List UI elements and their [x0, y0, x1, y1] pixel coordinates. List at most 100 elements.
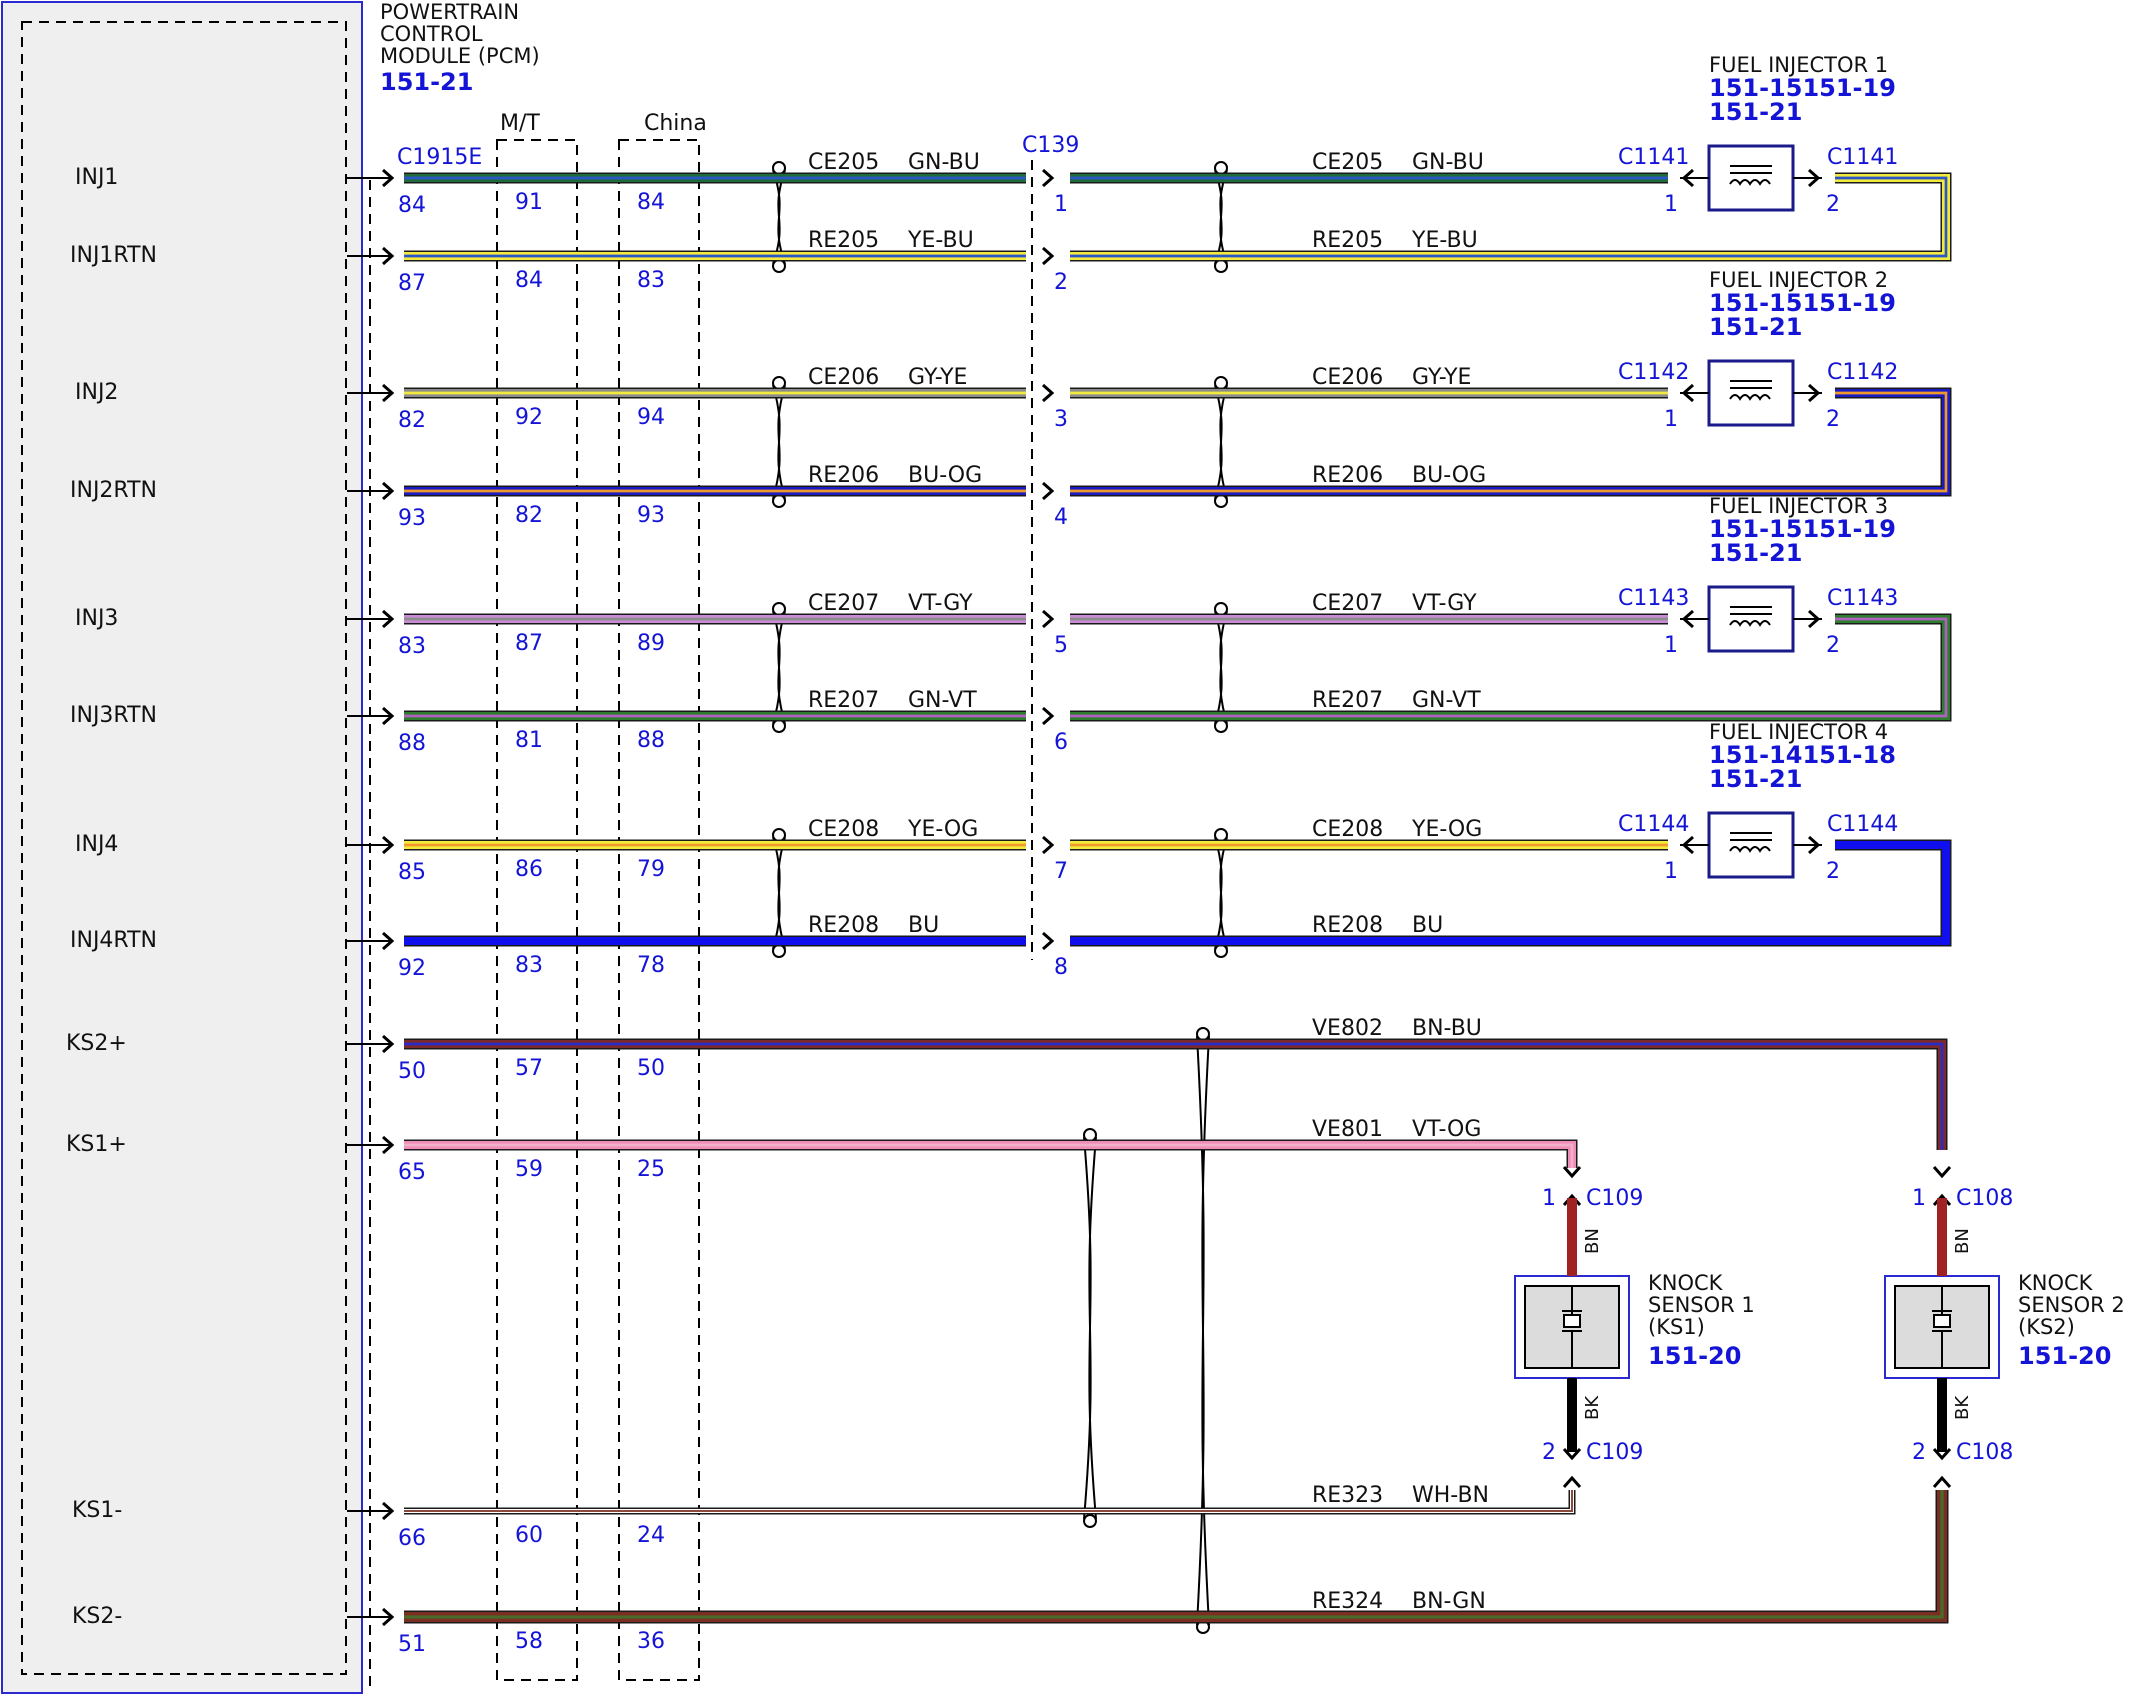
ks-crystal-icon [1933, 1314, 1951, 1328]
mt-pin-number: 59 [515, 1157, 543, 1182]
wire-segment [404, 1141, 1576, 1168]
twist-end [1083, 1128, 1097, 1142]
wire-color-label: VT-GY [1412, 591, 1477, 616]
injector-connector-out: C1143 [1827, 586, 1898, 611]
signal-label: INJ2RTN [70, 478, 157, 503]
injector-pin-in: 1 [1664, 407, 1678, 432]
injector-pin-out: 2 [1826, 407, 1840, 432]
pcm-pin-number: 83 [398, 634, 426, 659]
pcm-title-line: POWERTRAIN [380, 0, 519, 24]
circuit-label: RE208 [1312, 913, 1383, 938]
wire-color-label: BN-BU [1412, 1016, 1482, 1041]
c139-arrow [1042, 706, 1055, 726]
signal-label: INJ2 [75, 380, 118, 405]
ks-ref: 151-20 [1648, 1342, 1741, 1370]
wire-color-label: YE-BU [907, 228, 974, 253]
variant-china-label: China [644, 111, 707, 136]
pcm-title-line: MODULE (PCM) [380, 44, 540, 68]
injector-body [1707, 585, 1795, 653]
wire-color-label: GN-BU [908, 150, 980, 175]
twist-end [1214, 602, 1228, 616]
injector-ref: 151-21 [1709, 765, 1802, 793]
c139-label: C139 [1022, 133, 1079, 158]
injector-pin-in: 1 [1664, 859, 1678, 884]
twist-marker [1214, 610, 1228, 725]
ks-connector-bottom: C108 [1956, 1440, 2013, 1465]
twist-end [772, 602, 786, 616]
twist-marker [1083, 1136, 1097, 1520]
pcm-pin-number: 50 [398, 1059, 426, 1084]
wire-color-label: BN-GN [1412, 1589, 1486, 1614]
pcm-pin-number: 66 [398, 1526, 426, 1551]
wire-color-label: YE-OG [1411, 817, 1482, 842]
wire-color-label: VT-OG [1412, 1117, 1481, 1142]
ks-title-line: (KS1) [1648, 1315, 1705, 1339]
twist-end [772, 944, 786, 958]
twist-end [1214, 719, 1228, 733]
pcm-pin-number: 87 [398, 271, 426, 296]
wire-color-label: VT-GY [908, 591, 973, 616]
injector-pin-in: 1 [1664, 192, 1678, 217]
mt-pin-number: 60 [515, 1523, 543, 1548]
twist-end [772, 828, 786, 842]
c139-arrow [1042, 383, 1055, 403]
twist-end [772, 719, 786, 733]
circuit-label: VE802 [1312, 1016, 1383, 1041]
c139-pin-number: 6 [1054, 730, 1068, 755]
injector-connector-in: C1141 [1618, 145, 1689, 170]
twist-marker [1214, 169, 1228, 265]
wire-color-label: GY-YE [1412, 365, 1471, 390]
injector-pin-out: 2 [1826, 859, 1840, 884]
china-pin-number: 24 [637, 1523, 665, 1548]
circuit-label: RE205 [808, 228, 879, 253]
injector-body [1707, 359, 1795, 427]
mt-pin-number: 86 [515, 857, 543, 882]
injector-body [1707, 811, 1795, 879]
c139-pin-number: 7 [1054, 859, 1068, 884]
twist-marker [772, 610, 786, 725]
c139-arrow [1042, 168, 1055, 188]
mt-pin-number: 58 [515, 1629, 543, 1654]
ks-title-line: KNOCK [2018, 1271, 2094, 1295]
c139-pin-number: 2 [1054, 270, 1068, 295]
pcm-pin-number: 93 [398, 506, 426, 531]
wire-segment [1070, 615, 1950, 720]
c139-arrow [1042, 246, 1055, 266]
twist-end [772, 376, 786, 390]
mt-pin-number: 83 [515, 953, 543, 978]
injector-connector-out: C1141 [1827, 145, 1898, 170]
wire-segment-stripe [1070, 391, 1948, 493]
twist-end [1214, 828, 1228, 842]
ks-pin-bottom: 2 [1542, 1440, 1556, 1465]
ks-pin-top: 1 [1912, 1186, 1926, 1211]
ks-title-line: (KS2) [2018, 1315, 2075, 1339]
wire-color-label: YE-BU [1411, 228, 1478, 253]
wire-segment-outline [404, 1038, 1948, 1150]
wire-color-label: GN-BU [1412, 150, 1484, 175]
twist-end [1214, 161, 1228, 175]
wire-color-label: YE-OG [907, 817, 978, 842]
variant-mt-column [496, 139, 578, 1681]
signal-label: INJ3 [75, 606, 118, 631]
wire-segment-outline [404, 1490, 1576, 1515]
pcm-pin-number: 85 [398, 860, 426, 885]
pcm-pin-number: 65 [398, 1160, 426, 1185]
pcm-box [1, 1, 363, 1694]
china-pin-number: 83 [637, 268, 665, 293]
circuit-label: CE206 [808, 365, 879, 390]
c139-arrow [1042, 609, 1055, 629]
china-pin-number: 79 [637, 857, 665, 882]
twist-marker [1214, 384, 1228, 500]
pcm-title-line: CONTROL [380, 22, 483, 46]
wire-color-label: WH-BN [1412, 1483, 1489, 1508]
signal-label: INJ4RTN [70, 928, 157, 953]
twist-marker [772, 169, 786, 265]
wire-segment [1070, 841, 1950, 945]
pcm-pin-number: 82 [398, 408, 426, 433]
pcm-pin-number: 51 [398, 1632, 426, 1657]
twist-end [1214, 944, 1228, 958]
ks-ref: 151-20 [2018, 1342, 2111, 1370]
twist-end [1083, 1514, 1097, 1528]
pcm-connector-label: C1915E [397, 145, 482, 170]
signal-label: KS2+ [66, 1031, 127, 1056]
